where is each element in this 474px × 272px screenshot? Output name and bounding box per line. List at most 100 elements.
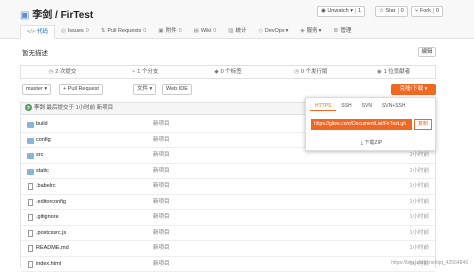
stat-icon: ◆ (214, 69, 218, 75)
stat-item[interactable]: ◆0 个标签 (187, 66, 270, 78)
unwatch-button[interactable]: ◉ Unwatch ▾1 (317, 6, 365, 17)
file-name[interactable]: .gitignore (36, 210, 59, 225)
stat-item[interactable]: ◷2 次提交 (21, 66, 104, 78)
clone-url-input[interactable]: https://gitee.com/DocumentList/FirTest.g… (311, 119, 412, 130)
tab-label: 附件 (166, 28, 177, 34)
file-name[interactable]: static (36, 164, 49, 179)
file-name[interactable]: .editorconfig (36, 195, 66, 210)
file-commit-message[interactable]: 新项目 (153, 226, 170, 241)
file-commit-message[interactable]: 新项目 (153, 164, 170, 179)
edit-description-button[interactable]: 编辑 (418, 47, 436, 57)
issues-icon: ◎ (61, 28, 66, 34)
tab-7[interactable]: ◈服务▾ (294, 25, 327, 39)
file-icon (28, 261, 33, 268)
fork-label: Fork (420, 8, 431, 14)
file-name[interactable]: config (36, 133, 51, 148)
file-commit-message[interactable]: 新项目 (153, 195, 170, 210)
fork-count[interactable]: 0 (433, 8, 439, 14)
file-name[interactable]: src (36, 148, 43, 163)
file-name[interactable]: .babelrc (36, 179, 56, 194)
folder-icon (27, 153, 34, 159)
file-row[interactable]: index.html新项目1小时前 (21, 257, 435, 272)
web-ide-button[interactable]: Web IDE (162, 84, 192, 95)
service-icon: ◈ (300, 28, 304, 34)
file-name[interactable]: README.md (36, 241, 69, 256)
clone-tab-svn[interactable]: SVN (357, 102, 377, 111)
tab-3[interactable]: ▣附件0 (152, 25, 187, 39)
tab-count: 0 (143, 28, 146, 34)
tab-2[interactable]: ⇅Pull Requests0 (95, 25, 153, 39)
stat-label: 1 位贡献者 (384, 69, 411, 75)
stat-item[interactable]: ◉1 位贡献者 (352, 66, 435, 78)
repo-tabs: </>代码◎Issues0⇅Pull Requests0▣附件0▤Wiki0▥统… (20, 22, 357, 39)
commit-message[interactable]: 最后提交于 1小时前 新项目 (47, 105, 114, 111)
stat-label: 2 次提交 (55, 69, 76, 75)
clone-label: 克隆/下载 (400, 86, 424, 92)
file-commit-message[interactable]: 新项目 (153, 117, 170, 132)
tab-5[interactable]: ▥统计 (222, 25, 252, 39)
file-name[interactable]: index.html (36, 257, 61, 272)
stat-icon: ⑂ (132, 69, 135, 75)
file-icon (28, 230, 33, 237)
stat-icon: ◷ (48, 69, 53, 75)
file-commit-message[interactable]: 新项目 (153, 148, 170, 163)
tab-6[interactable]: ◇DevOps▾ (253, 25, 295, 39)
repo-title-text[interactable]: 李剑 / FirTest (32, 10, 93, 21)
copy-url-button[interactable]: 复制 (414, 119, 432, 130)
file-row[interactable]: .gitignore 新项目 1小时前 (21, 210, 435, 226)
tab-count: 0 (179, 28, 182, 34)
tab-1[interactable]: ◎Issues0 (55, 25, 95, 39)
commit-author[interactable]: 李剑 (34, 105, 45, 111)
star-button[interactable]: ☆ Star0 (375, 6, 408, 17)
download-zip-label: 下载ZIP (364, 140, 382, 146)
file-row[interactable]: .editorconfig新项目1小时前 (21, 195, 435, 211)
clone-tab-ssh[interactable]: SSH (336, 102, 356, 111)
file-commit-time: 1小时前 (409, 210, 429, 225)
stats-icon: ▥ (228, 28, 233, 34)
folder-icon (27, 122, 34, 128)
tab-8[interactable]: ⚙管理 (327, 25, 357, 39)
stat-icon: ◷ (294, 69, 299, 75)
download-zip-link[interactable]: ⤓ 下载ZIP (306, 139, 437, 146)
clone-popup: HTTPSSSHSVNSVN+SSH https://gitee.com/Doc… (305, 97, 436, 151)
clone-tab-svn-ssh[interactable]: SVN+SSH (377, 102, 410, 111)
file-icon (28, 183, 33, 190)
clone-download-button[interactable]: 克隆/下载 ▾ (391, 84, 436, 95)
tab-label: 管理 (340, 28, 351, 34)
file-commit-time: 1小时前 (409, 164, 429, 179)
repo-title: ▣ 李剑 / FirTest (20, 6, 93, 21)
file-commit-message[interactable]: 新项目 (153, 179, 170, 194)
stat-item[interactable]: ◷0 个发行版 (269, 66, 352, 78)
tab-label: Pull Requests (107, 28, 141, 34)
stat-item[interactable]: ⑂1 个分支 (104, 66, 187, 78)
branch-select[interactable]: master ▾ (22, 84, 51, 95)
pull-request-button[interactable]: + Pull Request (59, 84, 103, 95)
chevron-down-icon: ▾ (319, 28, 322, 34)
file-commit-message[interactable]: 新项目 (153, 257, 170, 272)
tab-label: Issues (68, 28, 84, 34)
clone-tab-https[interactable]: HTTPS (310, 102, 336, 111)
file-row[interactable]: .postcssrc.js新项目1小时前 (21, 226, 435, 242)
file-row[interactable]: README.md 新项目 1小时前 (21, 241, 435, 257)
file-commit-time: 1小时前 (409, 179, 429, 194)
file-row[interactable]: static 新项目 1小时前 (21, 164, 435, 180)
watch-count[interactable]: 1 (355, 8, 361, 14)
branch-label: master (26, 86, 43, 92)
tab-0[interactable]: </>代码 (20, 25, 55, 39)
file-commit-message[interactable]: 新项目 (153, 210, 170, 225)
fork-button[interactable]: ⑂ Fork0 (411, 6, 443, 17)
file-icon (28, 214, 33, 221)
folder-icon (27, 169, 34, 175)
chevron-down-icon: ▾ (286, 28, 289, 34)
tab-4[interactable]: ▤Wiki0 (188, 25, 223, 39)
file-name[interactable]: .postcssrc.js (36, 226, 66, 241)
file-row[interactable]: .babelrc 新项目 1小时前 (21, 179, 435, 195)
file-commit-time: 1小时前 (409, 241, 429, 256)
star-count[interactable]: 0 (398, 8, 404, 14)
file-name[interactable]: build (36, 117, 48, 132)
file-menu-button[interactable]: 文件 ▾ (133, 84, 156, 95)
file-commit-message[interactable]: 新项目 (153, 133, 170, 148)
file-commit-message[interactable]: 新项目 (153, 241, 170, 256)
star-label: Star (385, 8, 395, 14)
stat-label: 0 个标签 (221, 69, 242, 75)
